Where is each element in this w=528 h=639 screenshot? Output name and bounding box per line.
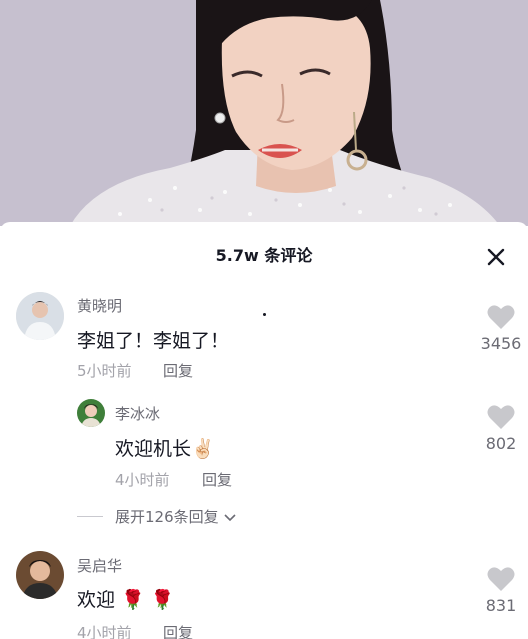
like-count: 3456 bbox=[480, 334, 522, 353]
rose-emoji: 🌹 🌹 bbox=[121, 589, 175, 611]
victory-hand-emoji: ✌🏻 bbox=[191, 438, 215, 460]
comment-time: 5小时前 bbox=[77, 362, 132, 380]
reply-username[interactable]: 李冰冰 bbox=[115, 403, 160, 424]
avatar[interactable] bbox=[16, 292, 64, 340]
like-button[interactable]: 3456 bbox=[471, 304, 528, 353]
comment-username[interactable]: 黄晓明 bbox=[77, 295, 122, 316]
heart-icon bbox=[487, 405, 515, 429]
comment-time: 4小时前 bbox=[77, 624, 132, 639]
avatar-image bbox=[16, 551, 64, 599]
expand-replies-button[interactable]: 展开126条回复 bbox=[77, 506, 238, 527]
comment-count-title: 5.7w 条评论 bbox=[215, 246, 313, 265]
avatar-image bbox=[77, 399, 105, 427]
heart-icon bbox=[487, 305, 515, 329]
avatar-image bbox=[16, 292, 64, 340]
like-count: 831 bbox=[485, 596, 517, 615]
reply-text: 欢迎机长✌🏻 bbox=[115, 434, 215, 461]
heart-icon bbox=[487, 567, 515, 591]
reply-time: 4小时前 bbox=[115, 471, 170, 489]
reply-button[interactable]: 回复 bbox=[163, 622, 193, 639]
divider-line bbox=[77, 516, 103, 517]
like-button[interactable]: 831 bbox=[471, 566, 528, 615]
video-frame bbox=[0, 0, 528, 226]
comment-text: 欢迎 🌹 🌹 bbox=[77, 585, 174, 612]
reply-text-body: 欢迎机长 bbox=[115, 438, 192, 460]
comment-sheet-header: 5.7w 条评论 bbox=[0, 222, 528, 286]
reply-avatar[interactable] bbox=[77, 399, 105, 427]
close-button[interactable] bbox=[484, 245, 508, 269]
comment-text-body: 欢迎 bbox=[77, 589, 116, 611]
like-button[interactable]: 802 bbox=[471, 404, 528, 453]
video-player[interactable] bbox=[0, 0, 528, 226]
stray-dot bbox=[263, 313, 266, 316]
comment-text: 李姐了！李姐了！ bbox=[77, 330, 230, 352]
reply-button[interactable]: 回复 bbox=[202, 469, 232, 490]
reply-button[interactable]: 回复 bbox=[163, 360, 193, 381]
expand-replies-label: 展开126条回复 bbox=[115, 508, 219, 526]
close-icon bbox=[487, 248, 505, 266]
chevron-down-icon bbox=[224, 513, 236, 521]
avatar[interactable] bbox=[16, 551, 64, 599]
like-count: 802 bbox=[485, 434, 517, 453]
comment-username[interactable]: 吴启华 bbox=[77, 555, 122, 576]
